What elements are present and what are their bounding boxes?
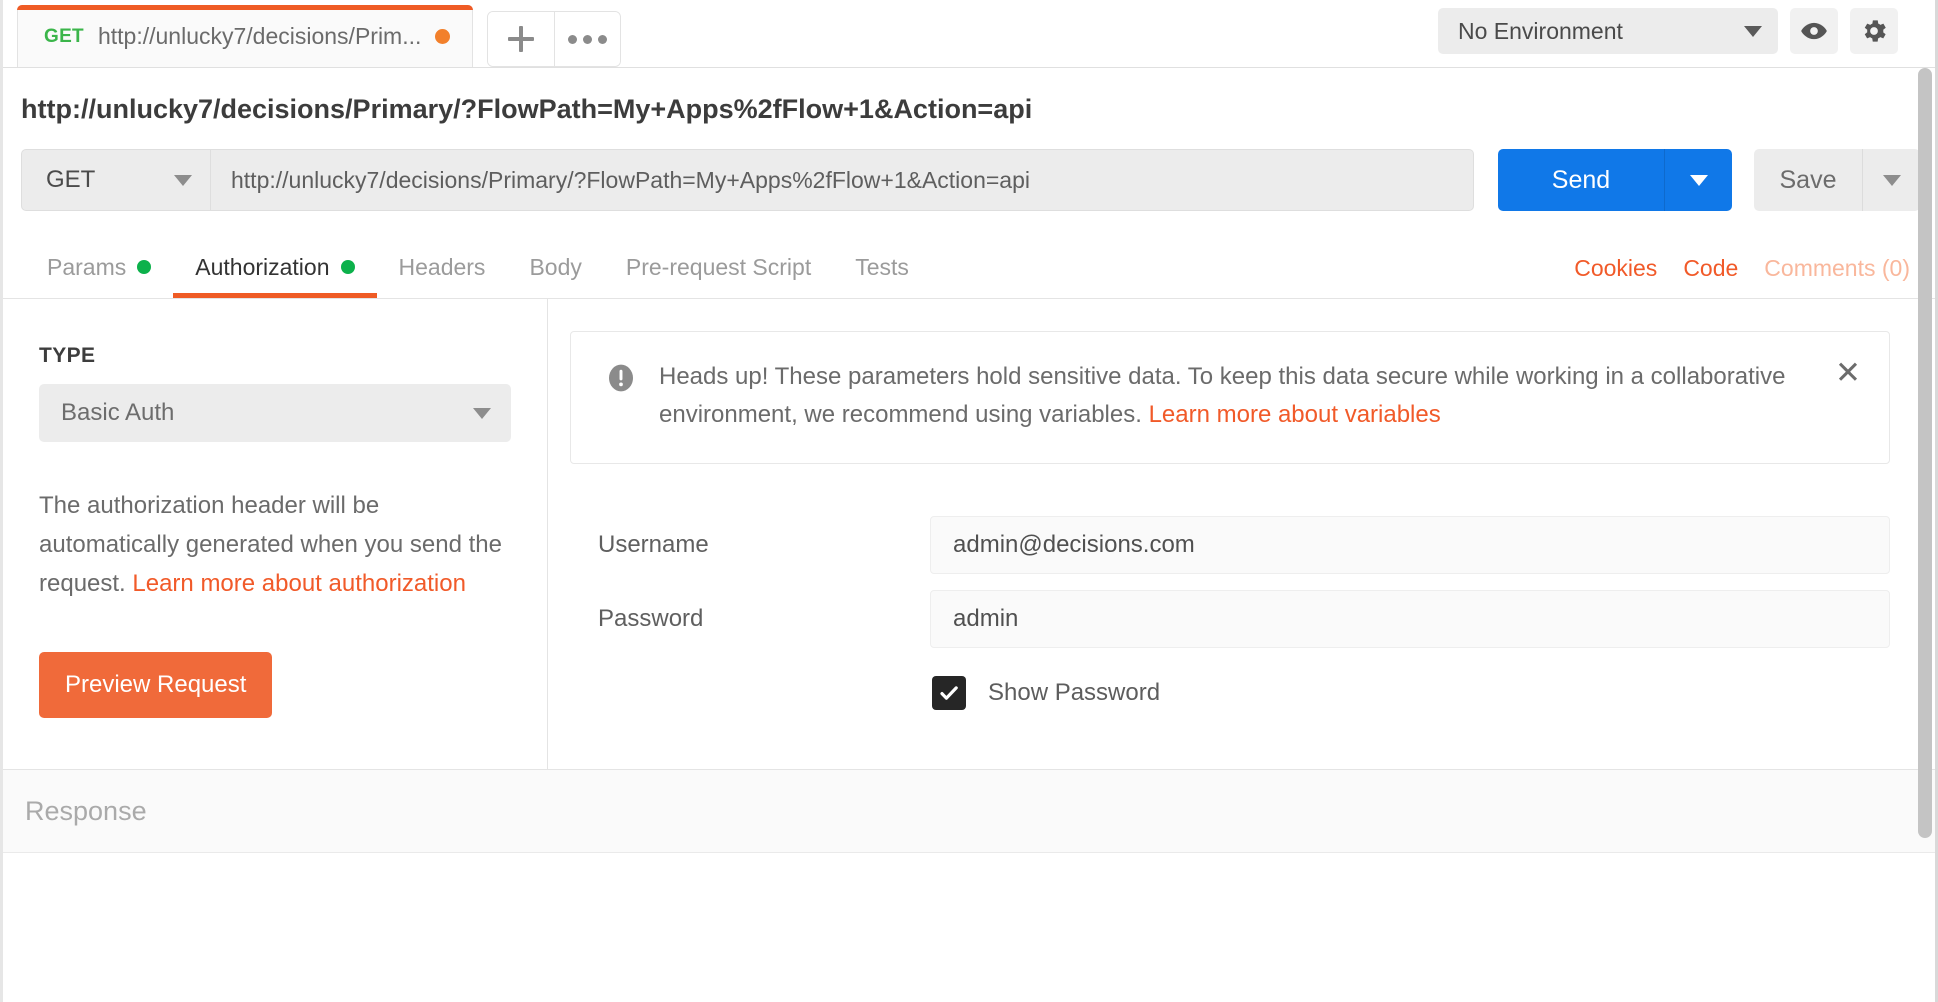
unsaved-changes-dot-icon [435, 29, 451, 44]
tab-label: Pre-request Script [625, 253, 812, 280]
auth-type-pane: TYPE Basic Auth The authorization header… [3, 299, 548, 769]
tab-label: Params [47, 253, 127, 280]
request-tab[interactable]: GET http://unlucky7/decisions/Prim... [17, 5, 474, 67]
notice-learn-more-link[interactable]: Learn more about variables [1149, 401, 1441, 428]
password-input[interactable]: admin [930, 589, 1890, 648]
request-tab-method: GET [44, 25, 84, 47]
http-method-value: GET [46, 166, 96, 193]
eye-icon [1801, 22, 1827, 40]
url-input[interactable]: http://unlucky7/decisions/Primary/?FlowP… [211, 149, 1474, 211]
tab-label: Authorization [195, 253, 330, 280]
url-bar: GET http://unlucky7/decisions/Primary/?F… [3, 125, 1938, 237]
authorization-panel: TYPE Basic Auth The authorization header… [3, 299, 1938, 769]
response-header: Response [3, 769, 1938, 853]
preview-request-button[interactable]: Preview Request [39, 651, 273, 718]
environment-selected-label: No Environment [1458, 17, 1623, 44]
show-password-row[interactable]: Show Password [930, 675, 1890, 710]
plus-icon [508, 26, 535, 52]
scrollbar-thumb[interactable] [1918, 68, 1932, 838]
tab-tests[interactable]: Tests [833, 236, 931, 298]
save-options-button[interactable] [1862, 149, 1920, 211]
auth-type-value: Basic Auth [61, 399, 175, 426]
password-label: Password [598, 604, 704, 632]
environment-controls: No Environment [1438, 0, 1898, 62]
gear-icon [1864, 20, 1886, 42]
username-row: Username admin@decisions.com [570, 515, 1890, 574]
password-row: Password admin [570, 589, 1890, 648]
auth-learn-more-link[interactable]: Learn more about authorization [132, 570, 466, 597]
ellipsis-icon [568, 34, 608, 44]
send-options-button[interactable] [1664, 149, 1732, 211]
vertical-scrollbar[interactable] [1918, 68, 1932, 1002]
tab-body[interactable]: Body [507, 236, 603, 298]
sensitive-data-notice: Heads up! These parameters hold sensitiv… [570, 331, 1890, 464]
tab-headers[interactable]: Headers [377, 236, 508, 298]
chevron-down-icon [174, 174, 192, 186]
show-password-label: Show Password [988, 678, 1161, 706]
request-tab-title: http://unlucky7/decisions/Prim... [97, 23, 422, 49]
tab-params[interactable]: Params [25, 236, 173, 298]
chevron-down-icon [1744, 25, 1762, 37]
auth-form-pane: Heads up! These parameters hold sensitiv… [548, 299, 1938, 769]
response-title: Response [25, 795, 147, 826]
http-method-select[interactable]: GET [21, 149, 211, 211]
auth-type-label: TYPE [39, 344, 96, 367]
show-password-checkbox[interactable] [932, 675, 966, 710]
has-content-dot-icon [137, 260, 152, 274]
code-link[interactable]: Code [1683, 255, 1738, 282]
chevron-down-icon [1882, 174, 1901, 186]
basic-auth-form: Username admin@decisions.com Password ad… [570, 515, 1890, 710]
request-title: http://unlucky7/decisions/Primary/?FlowP… [21, 94, 1033, 124]
auth-description: The authorization header will be automat… [39, 487, 511, 604]
alert-icon [605, 362, 637, 394]
tab-authorization[interactable]: Authorization [173, 236, 377, 298]
auth-type-select[interactable]: Basic Auth [39, 384, 511, 442]
save-button[interactable]: Save [1754, 149, 1862, 211]
environment-selector[interactable]: No Environment [1438, 8, 1778, 54]
tab-label: Headers [398, 253, 486, 280]
tab-bar-actions [487, 11, 622, 67]
username-input[interactable]: admin@decisions.com [930, 515, 1890, 574]
chevron-down-icon [1689, 174, 1708, 186]
request-tab-actions: Cookies Code Comments (0) [1574, 255, 1910, 298]
tab-pre-request-script[interactable]: Pre-request Script [604, 236, 833, 298]
environment-quick-look-button[interactable] [1790, 8, 1838, 54]
cookies-link[interactable]: Cookies [1574, 255, 1657, 282]
postman-window: GET http://unlucky7/decisions/Prim... No… [0, 0, 1938, 1002]
comments-link[interactable]: Comments (0) [1764, 255, 1910, 282]
send-button[interactable]: Send [1498, 149, 1664, 211]
new-tab-button[interactable] [488, 12, 555, 66]
send-button-group: Send [1498, 149, 1732, 211]
tab-options-button[interactable] [554, 12, 621, 66]
close-icon[interactable]: ✕ [1831, 356, 1865, 390]
settings-button[interactable] [1850, 8, 1898, 54]
tab-label: Tests [855, 253, 909, 280]
tab-bar: GET http://unlucky7/decisions/Prim... No… [3, 0, 1938, 68]
request-tabs: Params Authorization Headers Body Pre-re… [3, 237, 1938, 299]
save-button-group: Save [1754, 149, 1920, 211]
check-icon [940, 686, 958, 700]
username-label: Username [598, 530, 709, 558]
has-content-dot-icon [340, 260, 355, 274]
response-body [3, 853, 1938, 1002]
tab-label: Body [529, 253, 582, 280]
notice-text: Heads up! These parameters hold sensitiv… [659, 358, 1819, 435]
chevron-down-icon [473, 407, 491, 419]
